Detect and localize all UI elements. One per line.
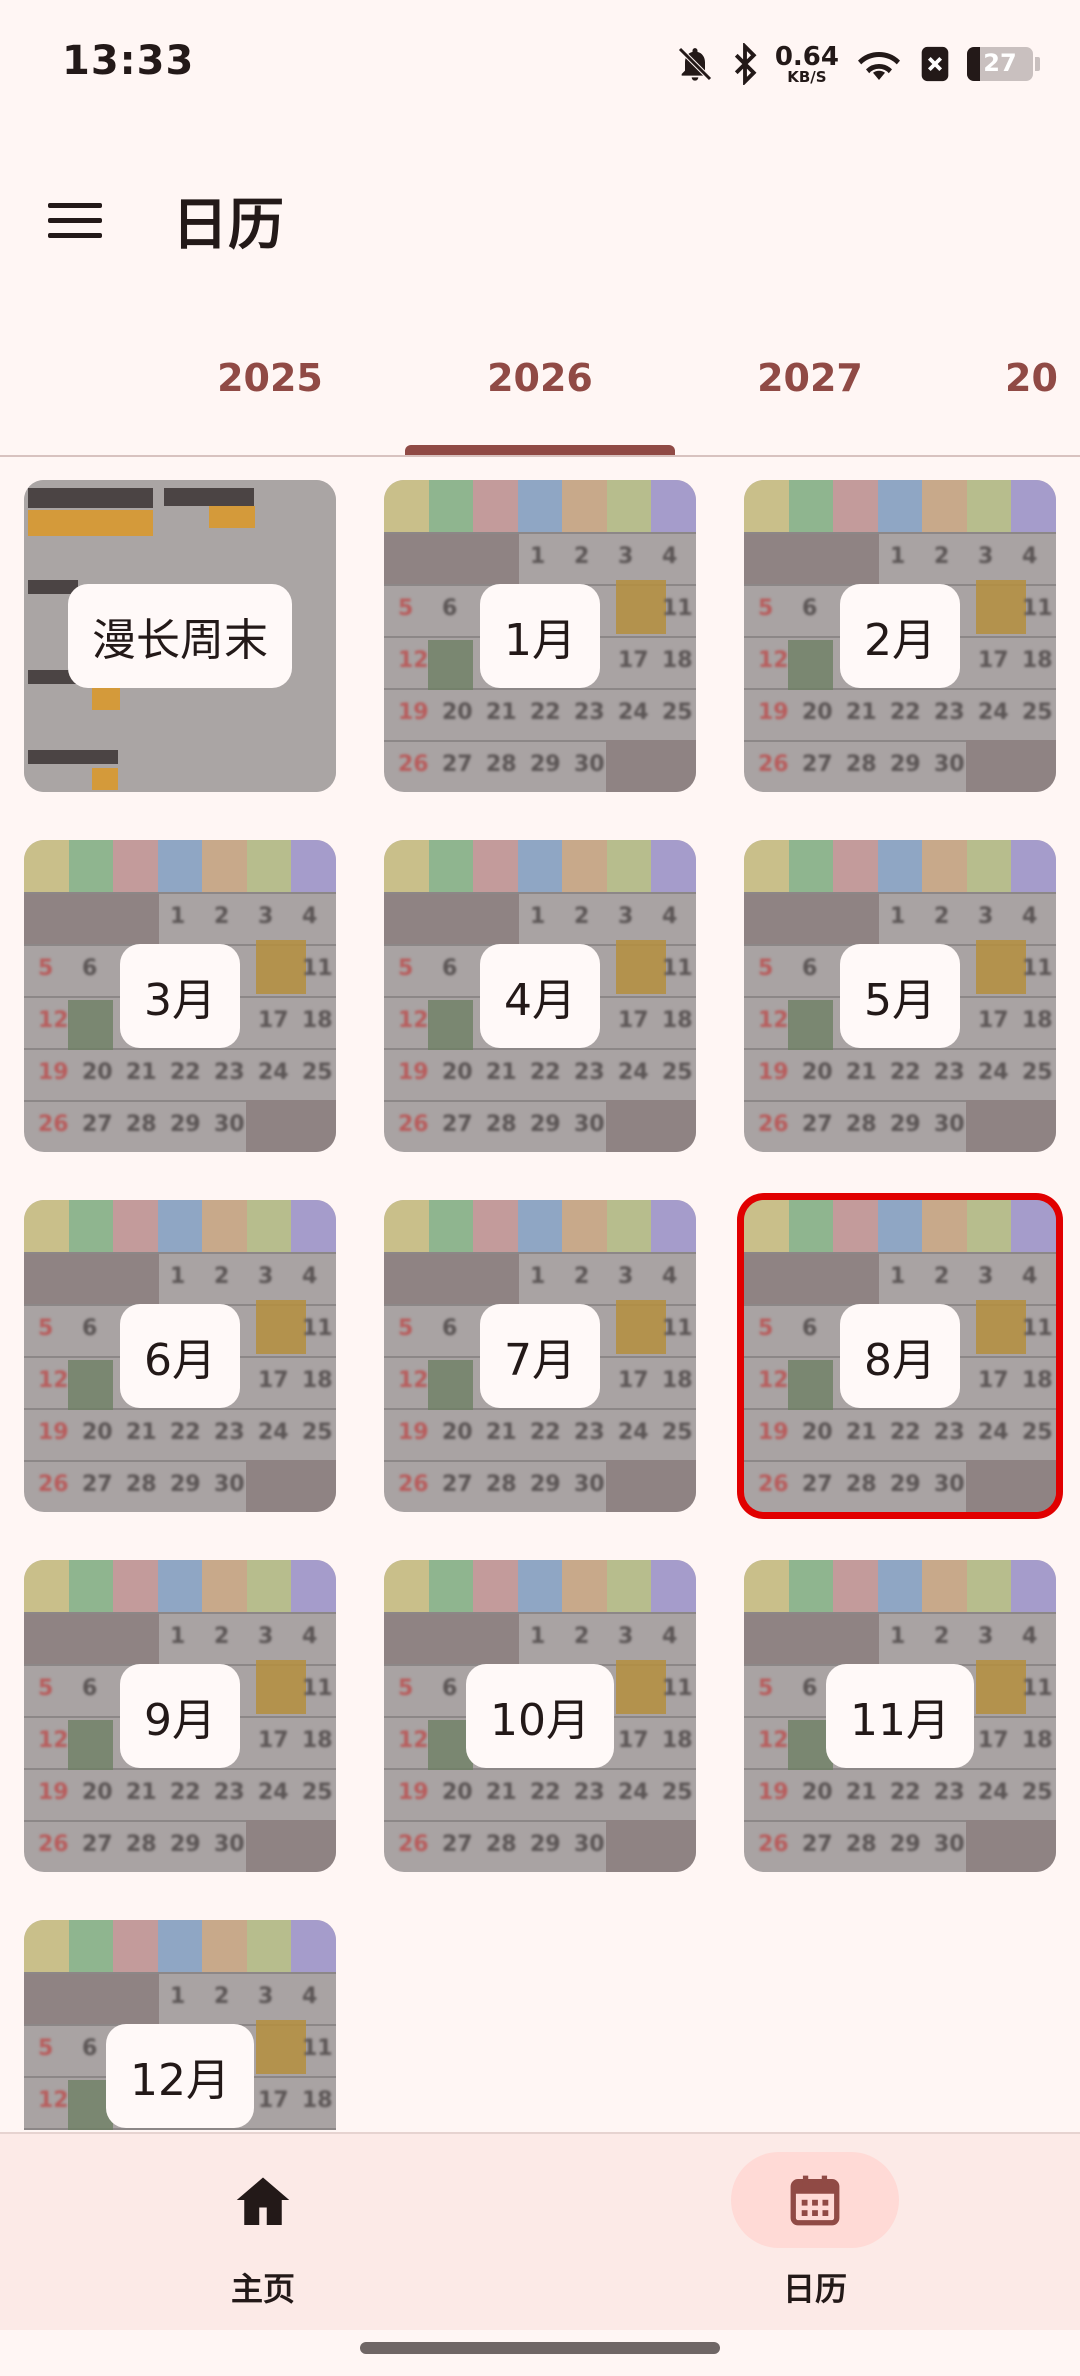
network-speed: 0.64 KB/S bbox=[774, 41, 839, 86]
battery-indicator: 27 bbox=[967, 47, 1033, 81]
tab-2026[interactable]: 2026 bbox=[405, 356, 675, 400]
long-weekend-card[interactable]: 漫长周末 bbox=[24, 480, 336, 792]
wifi-icon bbox=[855, 44, 903, 84]
year-tabs: 24 2025 2026 2027 20 bbox=[0, 330, 1080, 457]
home-icon bbox=[233, 2172, 293, 2232]
card-label: 12月 bbox=[106, 2024, 254, 2128]
bluetooth-icon bbox=[731, 43, 759, 85]
page-title: 日历 bbox=[172, 193, 284, 258]
sim-off-icon bbox=[919, 45, 951, 83]
month-card-6[interactable]: 1 2 3 4 5 6 11 12 17 18 19 20 21 22 23 24 25 26 27 28 29 30 6… bbox=[24, 1200, 336, 1512]
month-card-1[interactable]: 1 2 3 4 5 6 11 12 17 18 19 20 21 22 23 24 25 26 27 28 29 30 1… bbox=[384, 480, 696, 792]
month-card-3[interactable]: 1 2 3 4 5 6 11 12 17 18 19 20 21 22 23 24 25 26 27 28 29 30 3… bbox=[24, 840, 336, 1152]
nav-item-home[interactable]: 主页 bbox=[113, 2134, 413, 2330]
status-time: 13:33 bbox=[62, 38, 195, 84]
month-card-5[interactable]: 1 2 3 4 5 6 11 12 17 18 19 20 21 22 23 24 25 26 27 28 29 30 5… bbox=[744, 840, 1056, 1152]
nav-label: 日历 bbox=[782, 2270, 847, 2308]
menu-button[interactable] bbox=[48, 190, 120, 250]
tab-2025[interactable]: 2025 bbox=[135, 356, 405, 400]
month-card-7[interactable]: 1 2 3 4 5 6 11 12 17 18 19 20 21 22 23 24 25 26 27 28 29 30 7… bbox=[384, 1200, 696, 1512]
status-icons: 0.64 KB/S 27 bbox=[675, 40, 1040, 88]
month-grid: 漫长周末 1 2 3 4 5 6 11 12 17 18 19 20 21 22 23 24 25 26 27 28 2… bbox=[0, 480, 1080, 2130]
card-label: 5月 bbox=[840, 944, 960, 1048]
card-label: 8月 bbox=[840, 1304, 960, 1408]
month-card-2[interactable]: 1 2 3 4 5 6 11 12 17 18 19 20 21 22 23 24 25 26 27 28 29 30 2… bbox=[744, 480, 1056, 792]
card-label: 11月 bbox=[826, 1664, 974, 1768]
card-label: 6月 bbox=[120, 1304, 240, 1408]
card-label: 7月 bbox=[480, 1304, 600, 1408]
card-label: 10月 bbox=[466, 1664, 614, 1768]
month-card-10[interactable]: 1 2 3 4 5 6 11 12 17 18 19 20 21 22 23 24 25 26 27 28 29 30 1… bbox=[384, 1560, 696, 1872]
nav-item-calendar[interactable]: 日历 bbox=[665, 2134, 965, 2330]
tab-2027[interactable]: 2027 bbox=[675, 356, 945, 400]
month-card-8[interactable]: 1 2 3 4 5 6 11 12 17 18 19 20 21 22 23 24 25 26 27 28 29 30 8… bbox=[744, 1200, 1056, 1512]
card-label: 3月 bbox=[120, 944, 240, 1048]
month-card-11[interactable]: 1 2 3 4 5 6 11 12 17 18 19 20 21 22 23 24 25 26 27 28 29 30 1… bbox=[744, 1560, 1056, 1872]
month-card-4[interactable]: 1 2 3 4 5 6 11 12 17 18 19 20 21 22 23 24 25 26 27 28 29 30 4… bbox=[384, 840, 696, 1152]
bottom-navigation: 主页 日历 bbox=[0, 2132, 1080, 2330]
status-bar: 13:33 0.64 KB/S 27 bbox=[0, 0, 1080, 130]
card-label: 漫长周末 bbox=[68, 584, 292, 688]
tab-2024[interactable]: 24 bbox=[0, 356, 40, 400]
card-label: 9月 bbox=[120, 1664, 240, 1768]
calendar-icon bbox=[786, 2172, 844, 2234]
month-card-9[interactable]: 1 2 3 4 5 6 11 12 17 18 19 20 21 22 23 24 25 26 27 28 29 30 9… bbox=[24, 1560, 336, 1872]
month-card-12[interactable]: 12345611121718192021222324252627282930 1… bbox=[24, 1920, 336, 2130]
nav-label: 主页 bbox=[230, 2270, 295, 2308]
card-label: 1月 bbox=[480, 584, 600, 688]
app-bar: 日历 bbox=[0, 150, 1080, 280]
home-indicator bbox=[360, 2342, 720, 2354]
bell-off-icon bbox=[675, 43, 715, 85]
card-label: 2月 bbox=[840, 584, 960, 688]
card-label: 4月 bbox=[480, 944, 600, 1048]
tab-indicator bbox=[405, 445, 675, 455]
tab-2028[interactable]: 20 bbox=[1005, 356, 1080, 400]
